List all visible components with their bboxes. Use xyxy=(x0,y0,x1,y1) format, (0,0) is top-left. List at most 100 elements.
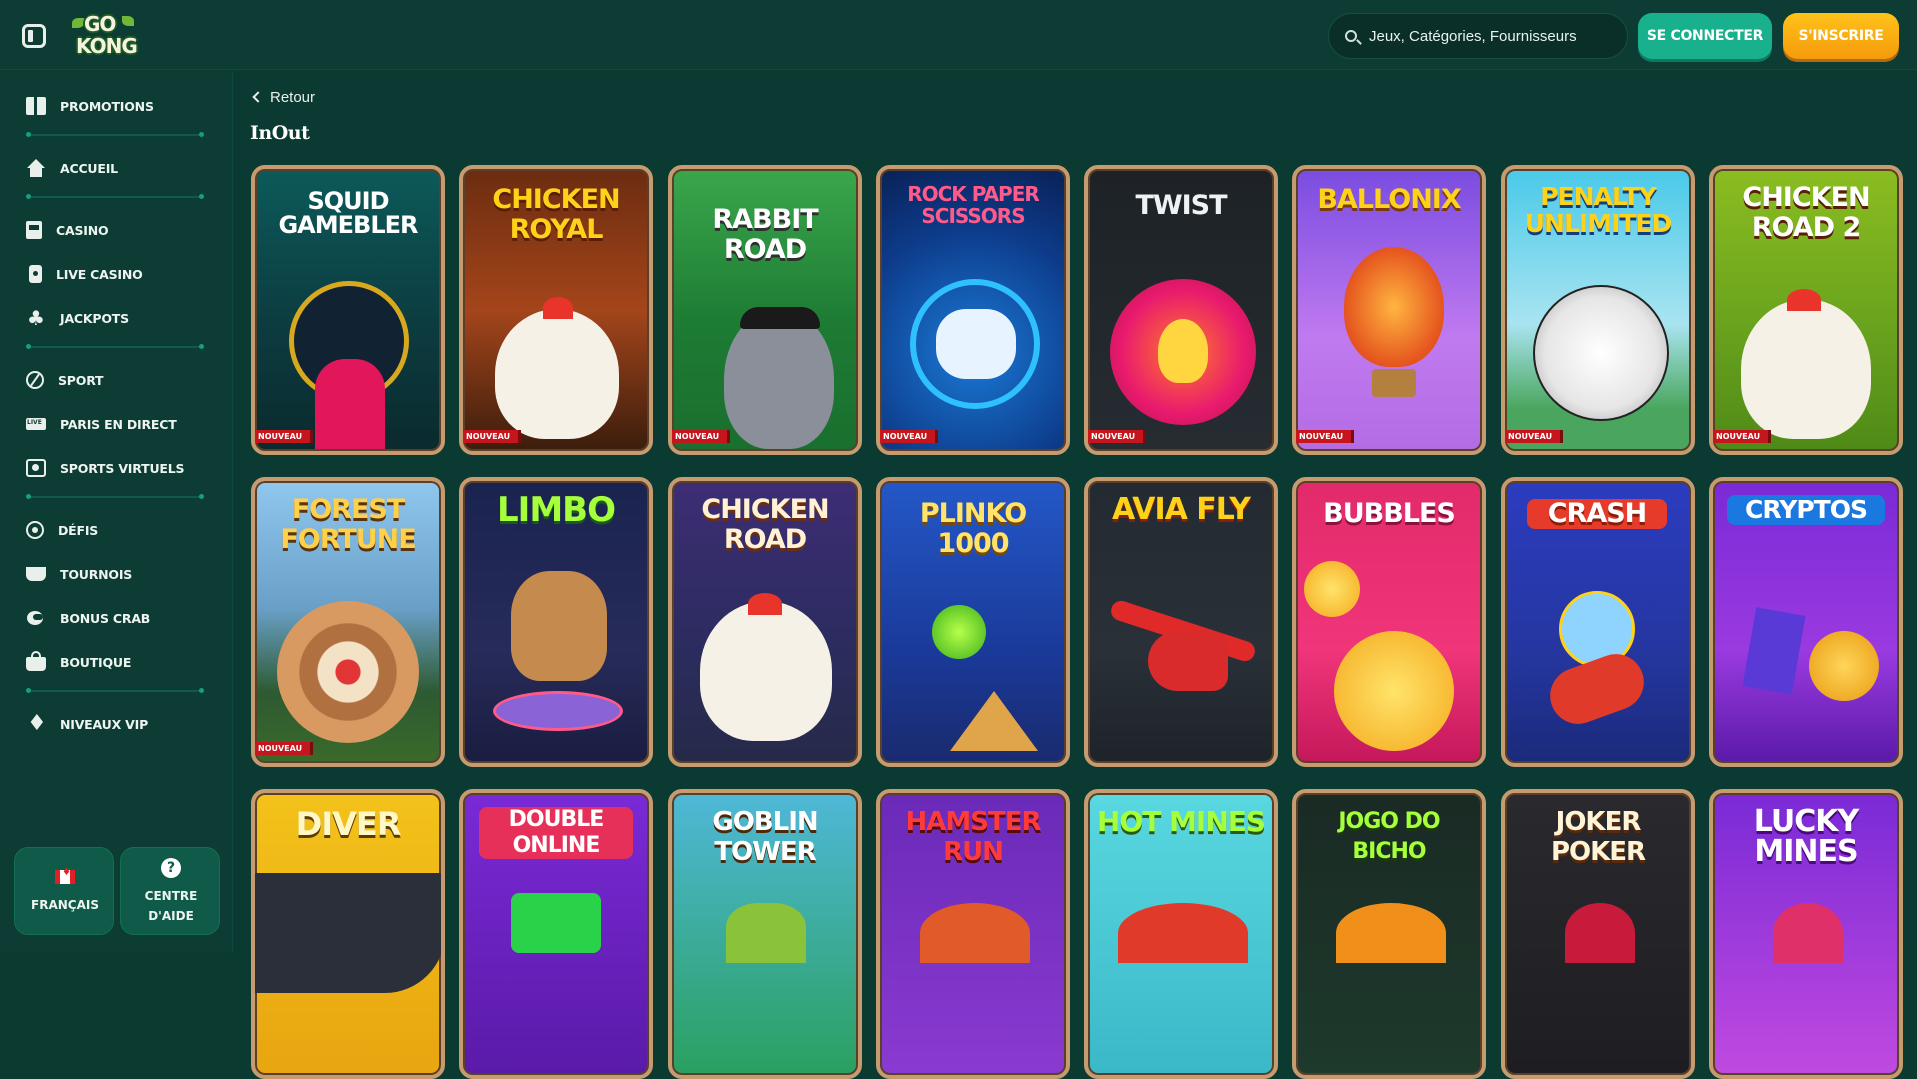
back-label: Retour xyxy=(270,89,316,106)
game-card-limbo[interactable]: LIMBO xyxy=(459,477,653,767)
sidebar-toggle-icon[interactable] xyxy=(22,24,46,48)
game-card-penalty-unlimited[interactable]: PENALTY UNLIMITED NOUVEAU xyxy=(1501,165,1695,455)
game-card-rabbit-road[interactable]: RABBIT ROAD NOUVEAU xyxy=(668,165,862,455)
sidebar-item-live-casino[interactable]: LIVE CASINO xyxy=(26,263,143,285)
search-input[interactable] xyxy=(1369,14,1619,58)
game-title: HOT MINES xyxy=(1096,805,1266,838)
sidebar-item-sport[interactable]: SPORT xyxy=(26,369,104,391)
virtual-sports-icon xyxy=(26,459,46,477)
game-card-plinko-1000[interactable]: PLINKO 1000 xyxy=(876,477,1070,767)
new-badge: NOUVEAU xyxy=(1088,430,1147,443)
sidebar-divider xyxy=(26,132,204,137)
game-card-forest-fortune[interactable]: FOREST FORTUNE NOUVEAU xyxy=(251,477,445,767)
sidebar-item-defis[interactable]: DÉFIS xyxy=(26,519,98,541)
sidebar-item-label: PARIS EN DIRECT xyxy=(60,416,177,432)
game-card-chicken-royal[interactable]: CHICKEN ROYAL NOUVEAU xyxy=(459,165,653,455)
sidebar-item-bonus-crab[interactable]: BONUS CRAB xyxy=(26,607,150,629)
live-icon xyxy=(26,418,46,430)
game-card-squid-gamebler[interactable]: SQUID GAMEBLER NOUVEAU xyxy=(251,165,445,455)
new-badge: NOUVEAU xyxy=(880,430,939,443)
sidebar-divider xyxy=(26,194,204,199)
game-card-diver[interactable]: DIVER xyxy=(251,789,445,1079)
game-title: CHICKEN ROYAL xyxy=(492,184,620,245)
sidebar-item-label: BONUS CRAB xyxy=(60,610,151,626)
sidebar-item-niveaux-vip[interactable]: NIVEAUX VIP xyxy=(26,711,148,736)
game-art xyxy=(1565,903,1635,963)
game-title: FOREST FORTUNE xyxy=(280,494,416,555)
game-art xyxy=(493,691,623,731)
crab-icon xyxy=(26,609,46,627)
game-card-twist[interactable]: TWIST NOUVEAU xyxy=(1084,165,1278,455)
sidebar-item-tournois[interactable]: TOURNOIS xyxy=(26,563,132,585)
game-card-goblin-tower[interactable]: GOBLIN TOWER xyxy=(668,789,862,1079)
game-title: DOUBLE ONLINE xyxy=(479,807,633,859)
game-card-avia-fly[interactable]: AVIA FLY xyxy=(1084,477,1278,767)
new-badge: NOUVEAU xyxy=(255,742,314,755)
sidebar-item-label: TOURNOIS xyxy=(60,566,133,582)
sidebar-item-label: SPORTS VIRTUELS xyxy=(60,460,185,476)
game-art xyxy=(748,593,782,615)
game-art xyxy=(255,873,441,993)
sidebar-item-promotions[interactable]: PROMOTIONS xyxy=(26,95,154,117)
game-title: CHICKEN ROAD 2 xyxy=(1742,182,1870,243)
new-badge: NOUVEAU xyxy=(463,430,522,443)
sidebar-divider xyxy=(26,688,204,693)
playing-card-icon xyxy=(29,265,42,283)
language-button[interactable]: FRANÇAIS xyxy=(14,847,114,935)
help-center-button[interactable]: ? CENTRE D'AIDE xyxy=(120,847,220,935)
game-card-double-online[interactable]: DOUBLE ONLINE xyxy=(459,789,653,1079)
gokong-logo[interactable]: GO KONG xyxy=(70,10,140,62)
sidebar-item-jackpots[interactable]: JACKPOTS xyxy=(26,306,129,330)
game-card-hamster-run[interactable]: HAMSTER RUN xyxy=(876,789,1070,1079)
sidebar-item-casino[interactable]: CASINO xyxy=(26,219,109,241)
new-badge: NOUVEAU xyxy=(1505,430,1564,443)
game-card-lucky-mines[interactable]: LUCKY MINES xyxy=(1709,789,1903,1079)
game-card-jogo-do-bicho[interactable]: JOGO DO BICHO xyxy=(1292,789,1486,1079)
new-badge: NOUVEAU xyxy=(672,430,731,443)
game-art xyxy=(1118,903,1248,963)
question-icon: ? xyxy=(161,858,181,878)
logo-text-kong: KONG xyxy=(76,34,138,58)
home-icon xyxy=(26,159,46,177)
main-content: Retour InOut SQUID GAMEBLER NOUVEAU CHIC… xyxy=(234,71,1917,1079)
back-link[interactable]: Retour xyxy=(252,89,316,106)
game-card-chicken-road[interactable]: CHICKEN ROAD xyxy=(668,477,862,767)
sidebar-item-label: BOUTIQUE xyxy=(60,654,132,670)
game-card-rock-paper-scissors[interactable]: ROCK PAPER SCISSORS NOUVEAU xyxy=(876,165,1070,455)
sidebar-item-accueil[interactable]: ACCUEIL xyxy=(26,157,118,179)
game-card-ballonix[interactable]: BALLONIX NOUVEAU xyxy=(1292,165,1486,455)
game-card-bubbles[interactable]: BUBBLES xyxy=(1292,477,1486,767)
game-art xyxy=(920,903,1030,963)
page-title: InOut xyxy=(250,122,310,144)
bitcoin-icon xyxy=(1809,631,1879,701)
sidebar-item-boutique[interactable]: BOUTIQUE xyxy=(26,651,131,673)
login-button[interactable]: SE CONNECTER xyxy=(1638,13,1772,59)
game-title: CRASH xyxy=(1527,499,1667,529)
game-title: LUCKY MINES xyxy=(1753,804,1859,869)
target-icon xyxy=(26,521,44,539)
game-card-chicken-road-2[interactable]: CHICKEN ROAD 2 NOUVEAU xyxy=(1709,165,1903,455)
sidebar-item-label: DÉFIS xyxy=(58,522,99,538)
logo-text-go: GO xyxy=(84,12,116,36)
game-art xyxy=(740,307,820,329)
game-art xyxy=(1148,631,1228,691)
game-card-cryptos[interactable]: CRYPTOS xyxy=(1709,477,1903,767)
sidebar-item-sports-virtuels[interactable]: SPORTS VIRTUELS xyxy=(26,457,185,479)
game-art xyxy=(511,893,601,953)
gift-icon xyxy=(26,97,46,115)
logo-leaf-left xyxy=(72,18,84,28)
game-art xyxy=(1741,299,1871,439)
rocket-icon xyxy=(1542,646,1652,732)
game-title: CHICKEN ROAD xyxy=(701,494,829,555)
game-card-joker-poker[interactable]: JOKER POKER xyxy=(1501,789,1695,1079)
chevron-left-icon xyxy=(252,91,264,103)
signup-button[interactable]: S'INSCRIRE xyxy=(1783,13,1899,59)
game-card-hot-mines[interactable]: HOT MINES xyxy=(1084,789,1278,1079)
game-title: TWIST xyxy=(1135,190,1227,221)
new-badge: NOUVEAU xyxy=(1713,430,1772,443)
game-card-crash[interactable]: CRASH xyxy=(1501,477,1695,767)
game-title: BALLONIX xyxy=(1317,184,1461,215)
search-bar[interactable] xyxy=(1328,13,1628,59)
balloon-icon xyxy=(1344,247,1444,367)
sidebar-item-paris-en-direct[interactable]: PARIS EN DIRECT xyxy=(26,413,177,435)
